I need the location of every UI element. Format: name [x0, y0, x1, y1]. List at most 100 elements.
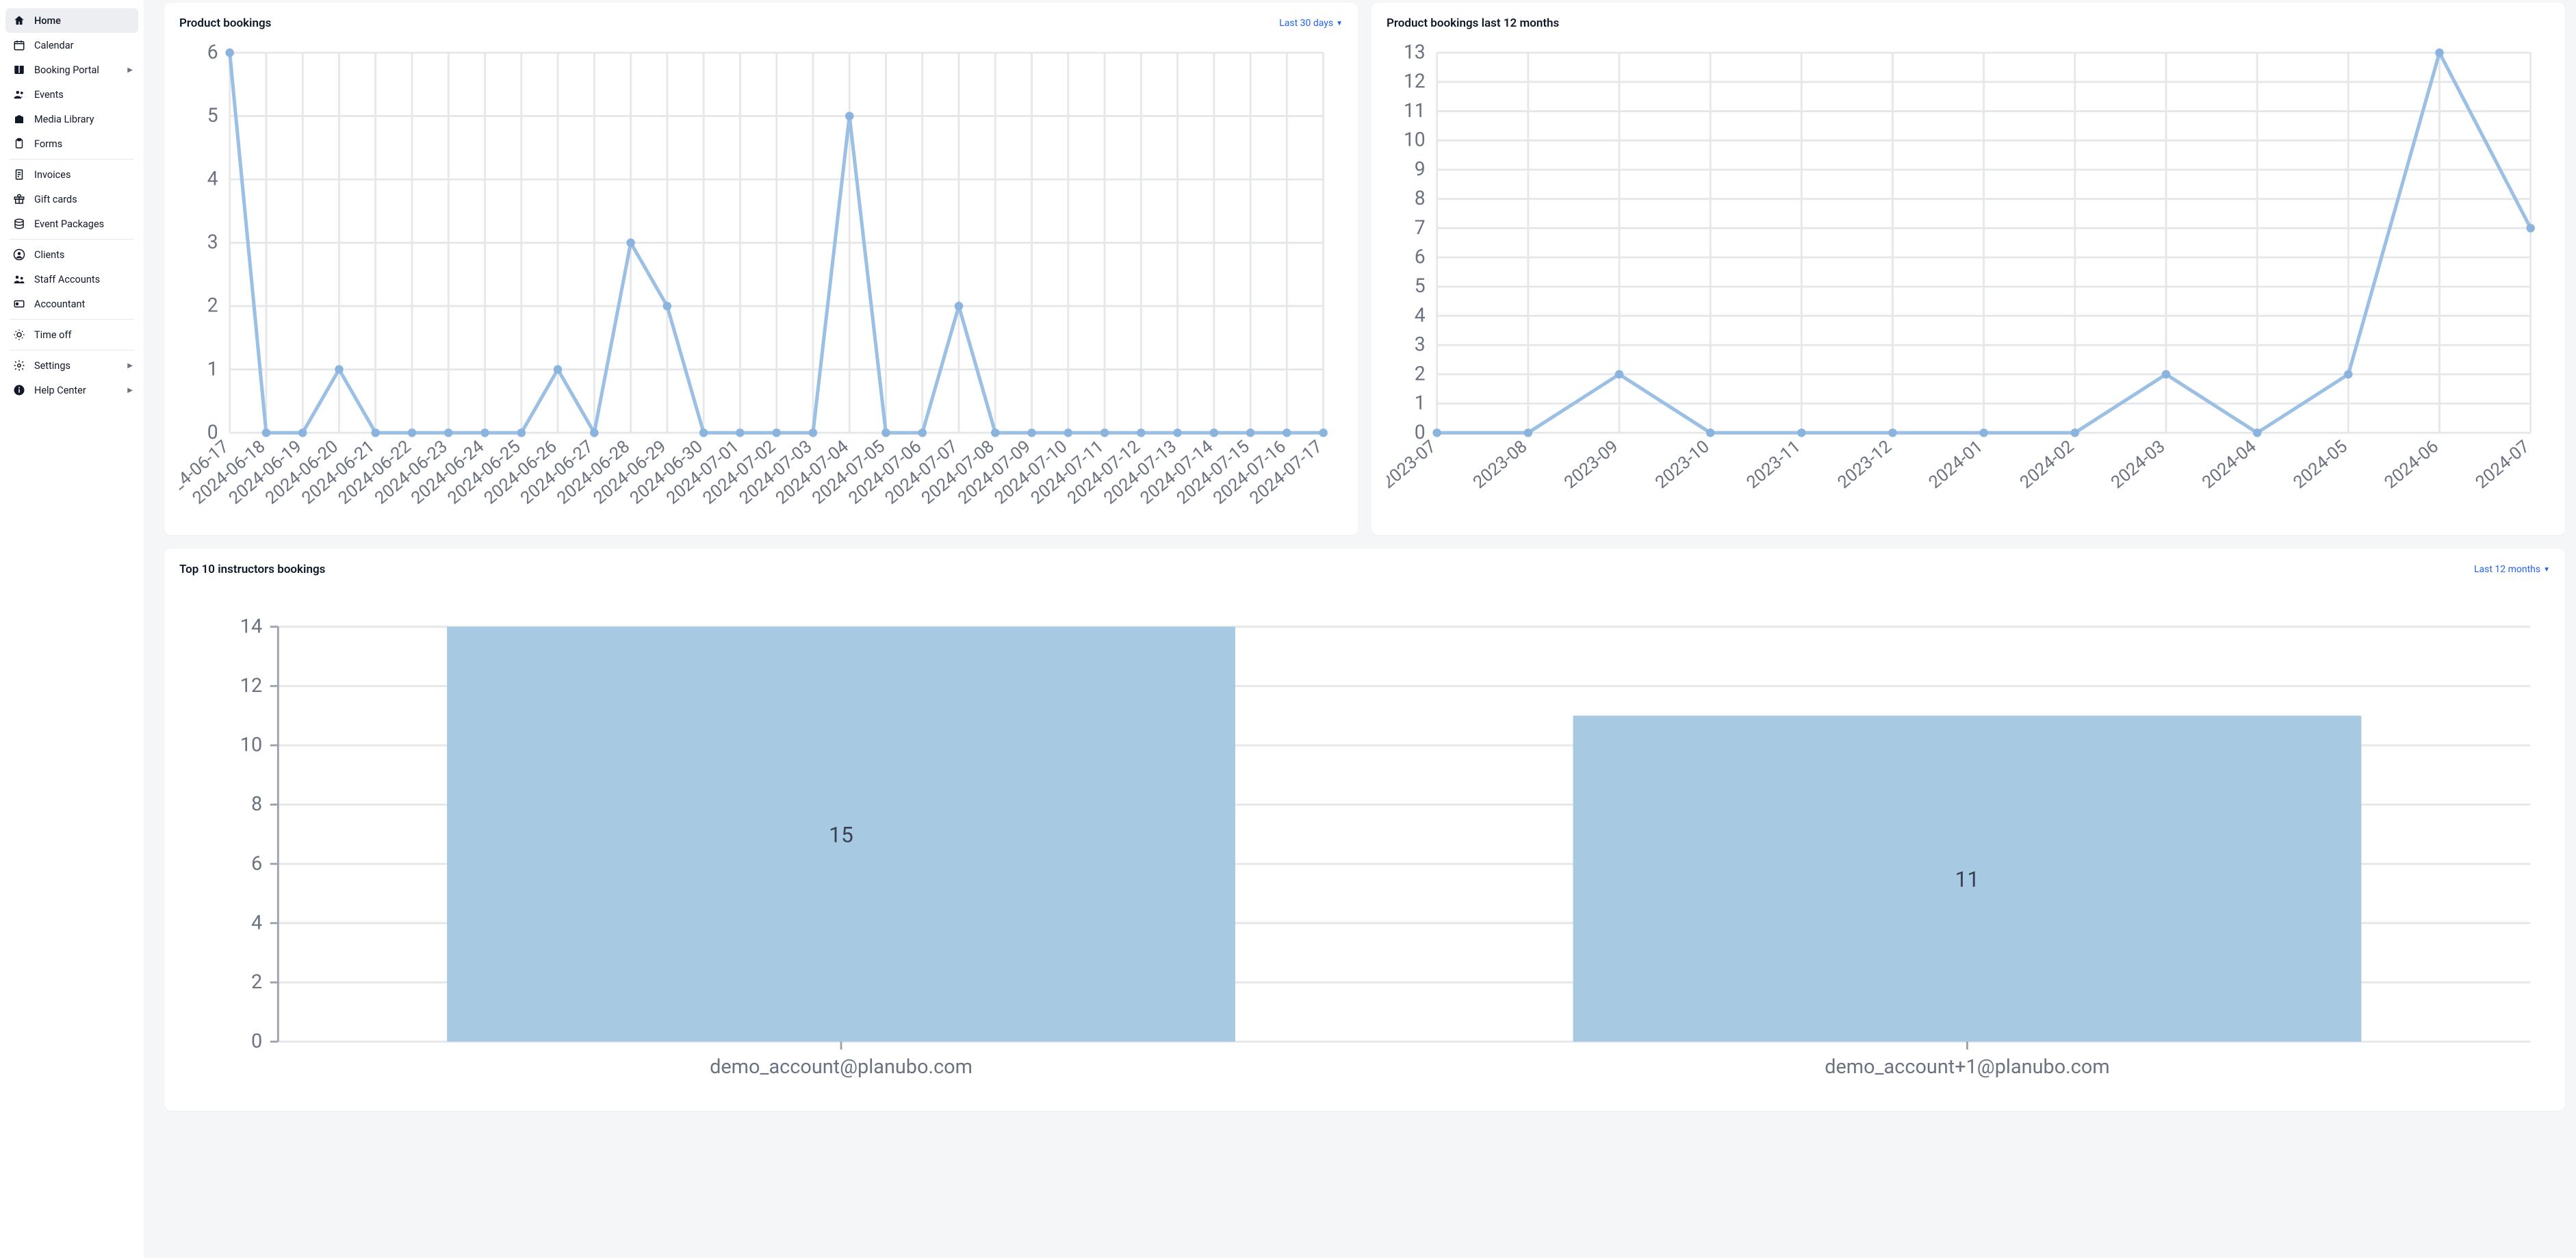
svg-text:2023-10: 2023-10: [1651, 436, 1714, 493]
product-bookings-title: Product bookings: [179, 16, 271, 30]
product-bookings-range-label: Last 30 days: [1279, 18, 1333, 29]
svg-text:2024-04: 2024-04: [2198, 436, 2261, 493]
users-icon: [12, 88, 26, 101]
top-instructors-card: Top 10 instructors bookings Last 12 mont…: [164, 549, 2565, 1111]
sidebar-item-media-library[interactable]: Media Library: [5, 107, 138, 131]
svg-text:9: 9: [1415, 157, 1426, 180]
chevron-right-icon: ▶: [127, 66, 133, 74]
sidebar-item-events[interactable]: Events: [5, 82, 138, 107]
sidebar-item-label: Calendar: [34, 40, 74, 51]
sidebar-item-label: Time off: [34, 329, 72, 341]
svg-text:2023-08: 2023-08: [1469, 436, 1532, 493]
top-instructors-range-dropdown[interactable]: Last 12 months ▼: [2474, 564, 2550, 575]
sidebar-item-label: Forms: [34, 138, 62, 150]
sidebar-item-label: Accountant: [34, 298, 85, 310]
product-bookings-12m-title: Product bookings last 12 months: [1387, 16, 1559, 30]
svg-text:3: 3: [1415, 333, 1426, 356]
svg-text:2: 2: [207, 294, 218, 317]
product-bookings-range-dropdown[interactable]: Last 30 days ▼: [1279, 18, 1343, 29]
svg-text:2023-11: 2023-11: [1742, 436, 1805, 493]
main-content: Product bookings Last 30 days ▼ 01234562…: [144, 0, 2576, 1258]
calendar-icon: [12, 38, 26, 52]
sidebar-item-staff-accounts[interactable]: Staff Accounts: [5, 267, 138, 292]
home-icon: [12, 14, 26, 27]
sidebar-item-label: Event Packages: [34, 218, 104, 230]
svg-text:13: 13: [1404, 41, 1426, 64]
svg-text:4: 4: [1415, 304, 1426, 326]
sidebar-item-clients[interactable]: Clients: [5, 242, 138, 267]
sidebar-item-label: Clients: [34, 249, 64, 261]
sidebar-item-time-off[interactable]: Time off: [5, 322, 138, 347]
sidebar-item-invoices[interactable]: Invoices: [5, 162, 138, 187]
sidebar-item-event-packages[interactable]: Event Packages: [5, 211, 138, 236]
svg-text:11: 11: [1404, 99, 1426, 122]
card-icon: [12, 297, 26, 311]
sidebar-item-label: Media Library: [34, 114, 94, 125]
svg-text:2024-06: 2024-06: [2380, 436, 2443, 493]
sidebar-item-accountant[interactable]: Accountant: [5, 292, 138, 316]
svg-text:2024-02: 2024-02: [2016, 436, 2078, 493]
sidebar-item-help-center[interactable]: Help Center ▶: [5, 378, 138, 402]
svg-text:8: 8: [251, 793, 262, 817]
sidebar-separator: [10, 319, 134, 320]
svg-text:1: 1: [207, 357, 218, 380]
svg-text:demo_account+1@planubo.com: demo_account+1@planubo.com: [1825, 1055, 2109, 1079]
library-icon: [12, 112, 26, 126]
svg-text:2024-03: 2024-03: [2107, 436, 2169, 493]
svg-text:6: 6: [1415, 246, 1426, 268]
svg-text:4: 4: [251, 912, 262, 935]
sidebar-item-label: Gift cards: [34, 194, 77, 205]
svg-text:demo_account@planubo.com: demo_account@planubo.com: [710, 1055, 973, 1079]
book-icon: [12, 63, 26, 77]
top-instructors-title: Top 10 instructors bookings: [179, 563, 325, 576]
svg-text:2023-09: 2023-09: [1560, 436, 1623, 493]
people-icon: [12, 272, 26, 286]
sidebar-separator: [10, 239, 134, 240]
svg-text:11: 11: [1955, 867, 1980, 893]
sidebar-item-label: Home: [34, 15, 61, 27]
sidebar-item-label: Invoices: [34, 169, 70, 181]
sidebar-item-label: Staff Accounts: [34, 274, 100, 285]
top-instructors-range-label: Last 12 months: [2474, 564, 2540, 575]
sun-icon: [12, 328, 26, 342]
svg-text:12: 12: [1404, 70, 1426, 92]
sidebar-item-booking-portal[interactable]: Booking Portal▶: [5, 57, 138, 82]
sidebar-item-forms[interactable]: Forms: [5, 131, 138, 156]
svg-text:12: 12: [240, 674, 262, 697]
svg-text:14: 14: [240, 615, 262, 639]
product-bookings-card: Product bookings Last 30 days ▼ 01234562…: [164, 3, 1358, 535]
svg-text:10: 10: [240, 734, 262, 757]
svg-text:2023-07: 2023-07: [1387, 436, 1440, 493]
stack-icon: [12, 217, 26, 231]
product-bookings-chart: 01234562024-06-172024-06-182024-06-19202…: [179, 41, 1343, 528]
sidebar-item-gift-cards[interactable]: Gift cards: [5, 187, 138, 211]
svg-text:7: 7: [1415, 216, 1426, 239]
sidebar-item-label: Settings: [34, 360, 70, 372]
product-bookings-12m-chart: 0123456789101112132023-072023-082023-092…: [1387, 41, 2550, 528]
sidebar-item-calendar[interactable]: Calendar: [5, 33, 138, 57]
svg-text:2: 2: [251, 971, 262, 994]
svg-text:6: 6: [207, 41, 218, 64]
sidebar-item-settings[interactable]: Settings▶: [5, 353, 138, 378]
caret-down-icon: ▼: [1336, 20, 1343, 27]
svg-text:2023-12: 2023-12: [1833, 436, 1896, 493]
product-bookings-12m-card: Product bookings last 12 months 01234567…: [1371, 3, 2565, 535]
gear-icon: [12, 359, 26, 372]
svg-text:0: 0: [251, 1030, 262, 1053]
receipt-icon: [12, 168, 26, 181]
svg-text:2024-05: 2024-05: [2289, 436, 2352, 493]
clipboard-icon: [12, 137, 26, 151]
top-instructors-chart: 0 2 4 6 8 10 12 14 15 demo_account@planubo.com 11 d…: [179, 587, 2550, 1104]
svg-text:3: 3: [207, 231, 218, 253]
svg-text:15: 15: [829, 823, 853, 848]
svg-text:2: 2: [1415, 362, 1426, 385]
svg-text:5: 5: [207, 104, 218, 127]
svg-text:5: 5: [1415, 274, 1426, 297]
sidebar-item-label: Help Center: [34, 385, 86, 396]
sidebar-item-home[interactable]: Home: [5, 8, 138, 33]
svg-text:10: 10: [1404, 129, 1426, 151]
chevron-right-icon: ▶: [127, 387, 133, 394]
svg-text:2024-07: 2024-07: [2472, 436, 2534, 493]
svg-text:6: 6: [251, 852, 262, 875]
info-icon: [12, 383, 26, 397]
